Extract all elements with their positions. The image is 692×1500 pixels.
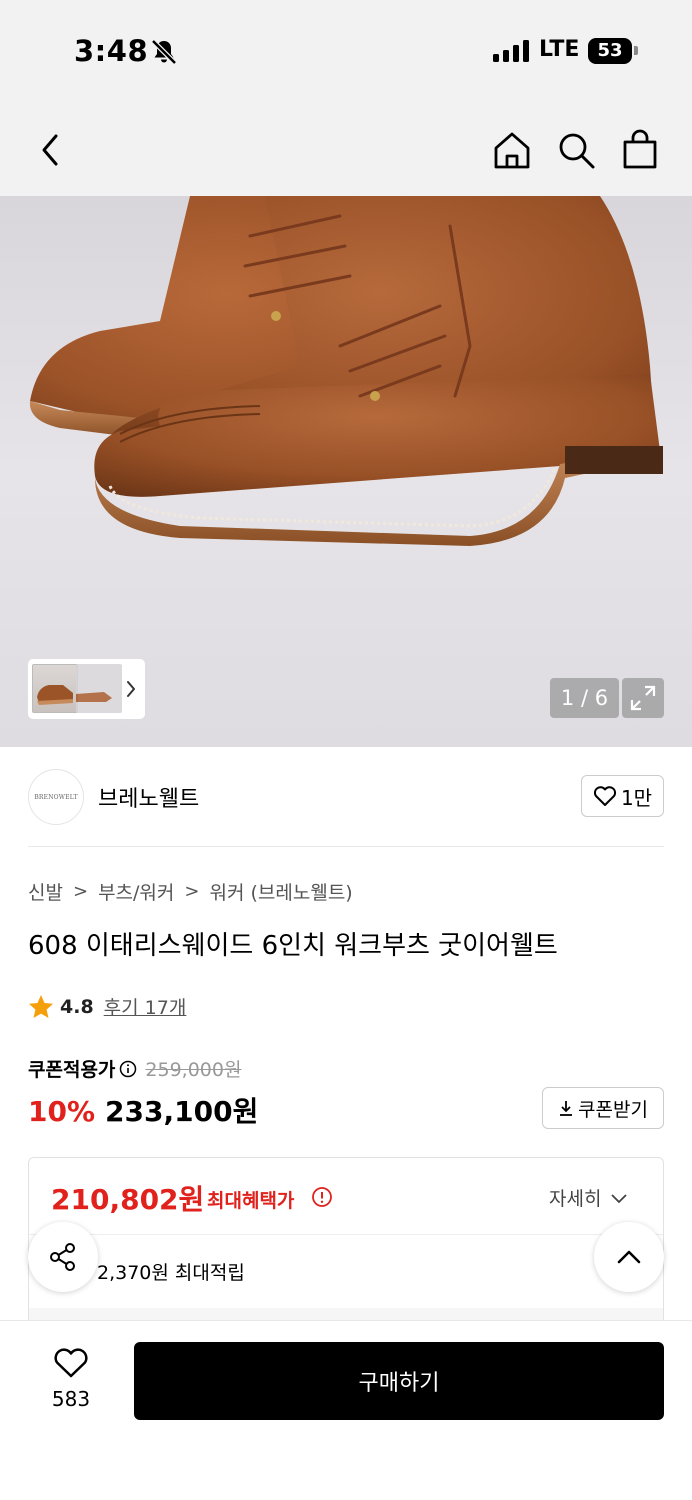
breadcrumb-item[interactable]: 신발 bbox=[28, 878, 63, 905]
share-button[interactable] bbox=[28, 1222, 98, 1292]
product-image-gallery[interactable]: 1 / 6 bbox=[0, 196, 692, 747]
download-coupon-button[interactable]: 쿠폰받기 bbox=[542, 1087, 664, 1129]
benefit-detail-toggle[interactable]: 자세히 bbox=[549, 1184, 629, 1211]
download-icon bbox=[560, 1101, 573, 1116]
signal-bars-icon bbox=[493, 40, 529, 62]
share-icon bbox=[50, 1243, 75, 1271]
status-bar: 3:48 LTE 53 bbox=[0, 0, 692, 100]
breadcrumb-item[interactable]: 워커 (브레노웰트) bbox=[209, 878, 352, 905]
thumbnail-image bbox=[37, 685, 73, 705]
status-time: 3:48 bbox=[74, 34, 149, 68]
brand-like-count: 1만 bbox=[620, 785, 653, 810]
divider bbox=[28, 846, 664, 847]
chevron-up-icon bbox=[617, 1250, 641, 1264]
thumbnail-strip[interactable] bbox=[28, 659, 145, 719]
heart-icon bbox=[593, 786, 616, 806]
chevron-right-icon[interactable] bbox=[124, 678, 138, 700]
nav-bar bbox=[0, 100, 692, 196]
heart-icon bbox=[54, 1348, 88, 1378]
expand-icon bbox=[630, 685, 656, 711]
home-icon[interactable] bbox=[492, 130, 532, 170]
battery-icon: 53 bbox=[588, 38, 632, 64]
brand-logo[interactable]: BRENOWELT bbox=[28, 769, 84, 825]
rating: 4.8 후기 17개 bbox=[28, 993, 186, 1020]
rating-value: 4.8 bbox=[60, 995, 94, 1018]
original-price: 259,000원 bbox=[145, 1059, 242, 1081]
network-type: LTE bbox=[539, 37, 580, 62]
sale-price: 233,100원 bbox=[105, 1095, 259, 1128]
star-icon bbox=[29, 994, 53, 1018]
wishlist-count: 583 bbox=[51, 1387, 91, 1411]
coupon-price-label: 쿠폰적용가 bbox=[28, 1059, 116, 1081]
bottom-action-bar: 583 구매하기 bbox=[0, 1320, 692, 1500]
buy-button[interactable]: 구매하기 bbox=[134, 1342, 664, 1420]
thumbnail-image bbox=[76, 692, 112, 702]
bell-slash-icon bbox=[151, 39, 177, 65]
page-counter: 1 / 6 bbox=[550, 678, 619, 718]
brand-like-button[interactable]: 1만 bbox=[581, 775, 664, 817]
info-icon[interactable] bbox=[119, 1060, 137, 1078]
info-icon[interactable] bbox=[311, 1186, 333, 1208]
divider bbox=[29, 1234, 663, 1235]
battery-tip bbox=[634, 46, 638, 55]
chevron-down-icon bbox=[611, 1193, 628, 1203]
review-link[interactable]: 후기 17개 bbox=[104, 993, 187, 1020]
max-benefit-price: 210,802원 bbox=[51, 1183, 205, 1216]
max-points: 2,370원 최대적립 bbox=[97, 1262, 245, 1284]
coupon-button-label: 쿠폰받기 bbox=[578, 1098, 648, 1121]
max-benefit-label: 최대혜택가 bbox=[207, 1190, 295, 1212]
thumbnail-2[interactable] bbox=[76, 664, 122, 713]
breadcrumb: 신발 > 부츠/워커 > 워커 (브레노웰트) bbox=[28, 878, 353, 905]
max-benefit-card: 210,802원 최대혜택가 자세히 2,370원 최대적립 bbox=[28, 1157, 664, 1332]
breadcrumb-separator-icon: > bbox=[184, 881, 200, 902]
search-icon[interactable] bbox=[556, 130, 596, 170]
sale-price-row: 10% 233,100원 bbox=[28, 1090, 258, 1130]
thumbnail-1[interactable] bbox=[32, 664, 78, 713]
breadcrumb-item[interactable]: 부츠/워커 bbox=[98, 878, 174, 905]
brand-row: BRENOWELT 브레노웰트 1만 bbox=[0, 747, 692, 846]
back-chevron-icon[interactable] bbox=[36, 132, 64, 168]
breadcrumb-separator-icon: > bbox=[72, 881, 89, 902]
discount-rate: 10% bbox=[28, 1095, 96, 1128]
product-title: 608 이태리스웨이드 6인치 워크부츠 굿이어웰트 bbox=[28, 931, 558, 961]
shopping-bag-icon[interactable] bbox=[620, 128, 660, 170]
wishlist-button[interactable]: 583 bbox=[36, 1347, 106, 1411]
detail-label: 자세히 bbox=[549, 1188, 602, 1210]
brand-name[interactable]: 브레노웰트 bbox=[98, 781, 199, 813]
expand-button[interactable] bbox=[622, 678, 664, 718]
coupon-price-row: 쿠폰적용가 259,000원 bbox=[28, 1055, 241, 1082]
scroll-to-top-button[interactable] bbox=[594, 1222, 664, 1292]
